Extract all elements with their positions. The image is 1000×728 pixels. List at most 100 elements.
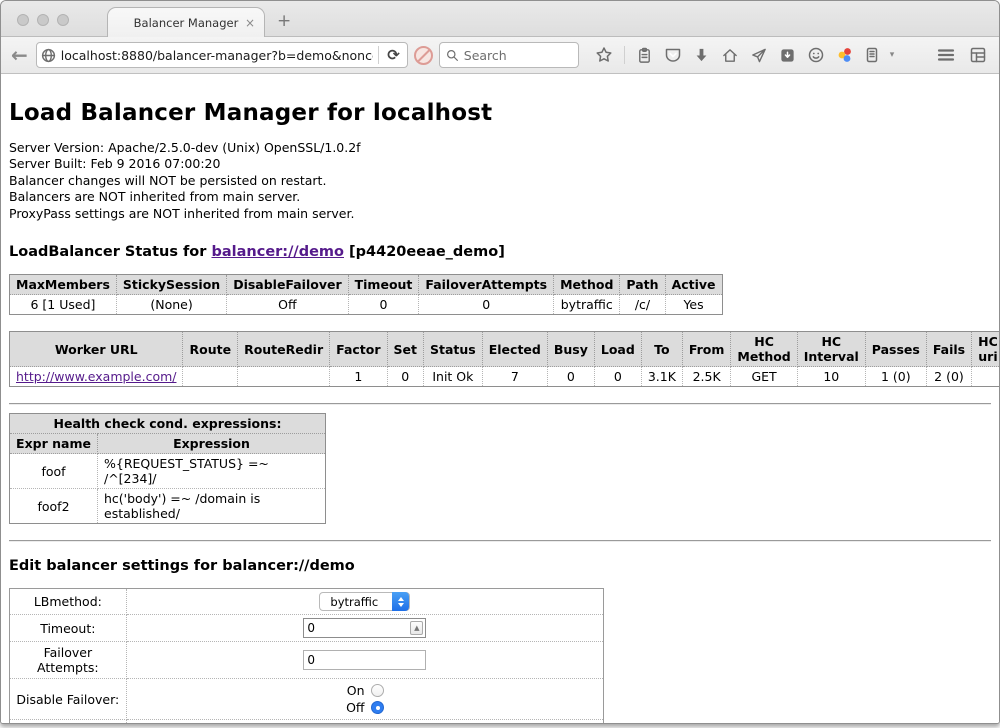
disable-failover-row: Disable Failover: On Off <box>10 679 604 720</box>
cell-set: 0 <box>387 367 423 387</box>
lbmethod-label: LBmethod: <box>10 589 127 615</box>
page-content: Load Balancer Manager for localhost Serv… <box>1 74 999 723</box>
sidebar-grid-icon[interactable] <box>969 46 987 64</box>
health-check-table: Health check cond. expressions: Expr nam… <box>9 413 326 524</box>
cell-status: Init Ok <box>424 367 483 387</box>
col-passes: Passes <box>865 332 926 367</box>
pocket-icon[interactable] <box>664 47 682 64</box>
failover-attempts-row: Failover Attempts: <box>10 642 604 679</box>
col-to: To <box>641 332 682 367</box>
spinner-icon[interactable]: ▲ <box>410 621 423 635</box>
server-built-line: Server Built: Feb 9 2016 07:00:20 <box>9 156 991 172</box>
cell-path: /c/ <box>620 295 665 315</box>
health-title-row: Health check cond. expressions: <box>10 414 326 434</box>
home-icon[interactable] <box>721 47 739 64</box>
inherit-note-line: Balancers are NOT inherited from main se… <box>9 189 991 205</box>
tab-close-icon[interactable]: × <box>245 16 255 30</box>
send-tab-icon[interactable] <box>750 47 768 64</box>
lbmethod-selected-value: bytraffic <box>330 595 392 609</box>
cell-routeredir <box>238 367 330 387</box>
back-button[interactable]: ← <box>9 46 30 64</box>
colored-dots-addon-icon[interactable] <box>836 46 854 64</box>
cell-hc-uri <box>972 367 999 387</box>
timeout-label: Timeout: <box>10 615 127 642</box>
radio-on[interactable] <box>371 684 384 697</box>
downloads-icon[interactable] <box>693 47 710 64</box>
col-maxmembers: MaxMembers <box>10 275 117 295</box>
cell-busy: 0 <box>547 367 594 387</box>
col-failoverattempts: FailoverAttempts <box>419 275 554 295</box>
url-bar[interactable]: localhost:8880/balancer-manager?b=demo&n… <box>36 42 408 68</box>
search-icon <box>446 49 459 62</box>
chevron-down-icon[interactable]: ▾ <box>890 50 895 60</box>
radio-off[interactable] <box>371 701 384 714</box>
proxypass-note-line: ProxyPass settings are NOT inherited fro… <box>9 206 991 222</box>
col-factor: Factor <box>330 332 387 367</box>
table-header-row: Expr name Expression <box>10 434 326 454</box>
menu-hamburger-icon[interactable] <box>937 48 955 62</box>
failover-attempts-input[interactable] <box>303 650 426 670</box>
hello-chat-icon[interactable] <box>807 46 825 64</box>
col-elected: Elected <box>482 332 547 367</box>
cell-method: bytraffic <box>554 295 620 315</box>
col-hc-method: HC Method <box>731 332 797 367</box>
url-separator <box>378 46 379 64</box>
cell-hc-interval: 10 <box>797 367 865 387</box>
col-worker-url: Worker URL <box>10 332 183 367</box>
minimize-window-button[interactable] <box>37 14 49 26</box>
divider <box>9 403 991 405</box>
cell-expr-name: foof2 <box>10 489 98 524</box>
zoom-window-button[interactable] <box>57 14 69 26</box>
select-stepper-icon <box>392 592 409 611</box>
col-expr-name: Expr name <box>10 434 98 454</box>
balancer-summary-table: MaxMembers StickySession DisableFailover… <box>9 274 723 315</box>
table-header-row: MaxMembers StickySession DisableFailover… <box>10 275 723 295</box>
col-disablefailover: DisableFailover <box>227 275 348 295</box>
save-to-device-icon[interactable] <box>779 47 796 64</box>
col-hc-uri: HC uri <box>972 332 999 367</box>
cell-expr-name: foof <box>10 454 98 489</box>
sticky-session-row: Sticky Session: (Use '-' to delete) <box>10 720 604 723</box>
cell-route <box>183 367 238 387</box>
container-addon-icon[interactable] <box>865 46 879 64</box>
health-row: foof2 hc('body') =~ /domain is establish… <box>10 489 326 524</box>
timeout-input[interactable] <box>303 618 426 638</box>
plugin-blocked-icon[interactable] <box>414 46 433 65</box>
bookmark-star-icon[interactable] <box>595 46 613 64</box>
cell-maxmembers: 6 [1 Used] <box>10 295 117 315</box>
cell-expression: hc('body') =~ /domain is established/ <box>98 489 326 524</box>
tab-balancer-manager[interactable]: Balancer Manager × <box>107 7 265 37</box>
col-active: Active <box>665 275 722 295</box>
new-tab-button[interactable]: + <box>277 13 291 30</box>
page-title: Load Balancer Manager for localhost <box>9 100 991 126</box>
col-method: Method <box>554 275 620 295</box>
worker-url-link[interactable]: http://www.example.com/ <box>16 369 176 384</box>
cell-elected: 7 <box>482 367 547 387</box>
table-row: 6 [1 Used] (None) Off 0 0 bytraffic /c/ … <box>10 295 723 315</box>
cell-failoverattempts: 0 <box>419 295 554 315</box>
radio-on-label: On <box>347 683 365 698</box>
reload-button[interactable]: ⟳ <box>384 46 403 64</box>
cell-passes: 1 (0) <box>865 367 926 387</box>
disable-failover-label: Disable Failover: <box>10 679 127 720</box>
timeout-row: Timeout: ▲ <box>10 615 604 642</box>
close-window-button[interactable] <box>17 14 29 26</box>
health-row: foof %{REQUEST_STATUS} =~ /^[234]/ <box>10 454 326 489</box>
worker-table: Worker URL Route RouteRedir Factor Set S… <box>9 331 999 387</box>
lbmethod-select[interactable]: bytraffic <box>319 592 410 611</box>
col-path: Path <box>620 275 665 295</box>
server-version-line: Server Version: Apache/2.5.0-dev (Unix) … <box>9 140 991 156</box>
reading-list-icon[interactable] <box>636 47 653 64</box>
navigation-toolbar: ← localhost:8880/balancer-manager?b=demo… <box>1 37 999 74</box>
search-bar[interactable]: Search <box>439 42 579 68</box>
browser-window: Balancer Manager × + ← localhost:8880/ba… <box>0 0 1000 724</box>
col-from: From <box>682 332 731 367</box>
url-text: localhost:8880/balancer-manager?b=demo&n… <box>61 48 373 63</box>
cell-load: 0 <box>594 367 641 387</box>
worker-row: http://www.example.com/ 1 0 Init Ok 7 0 … <box>10 367 1000 387</box>
lbmethod-row: LBmethod: bytraffic <box>10 589 604 615</box>
table-header-row: Worker URL Route RouteRedir Factor Set S… <box>10 332 1000 367</box>
balancer-demo-link[interactable]: balancer://demo <box>211 244 344 260</box>
col-hc-interval: HC Interval <box>797 332 865 367</box>
tab-title: Balancer Manager <box>134 16 239 30</box>
